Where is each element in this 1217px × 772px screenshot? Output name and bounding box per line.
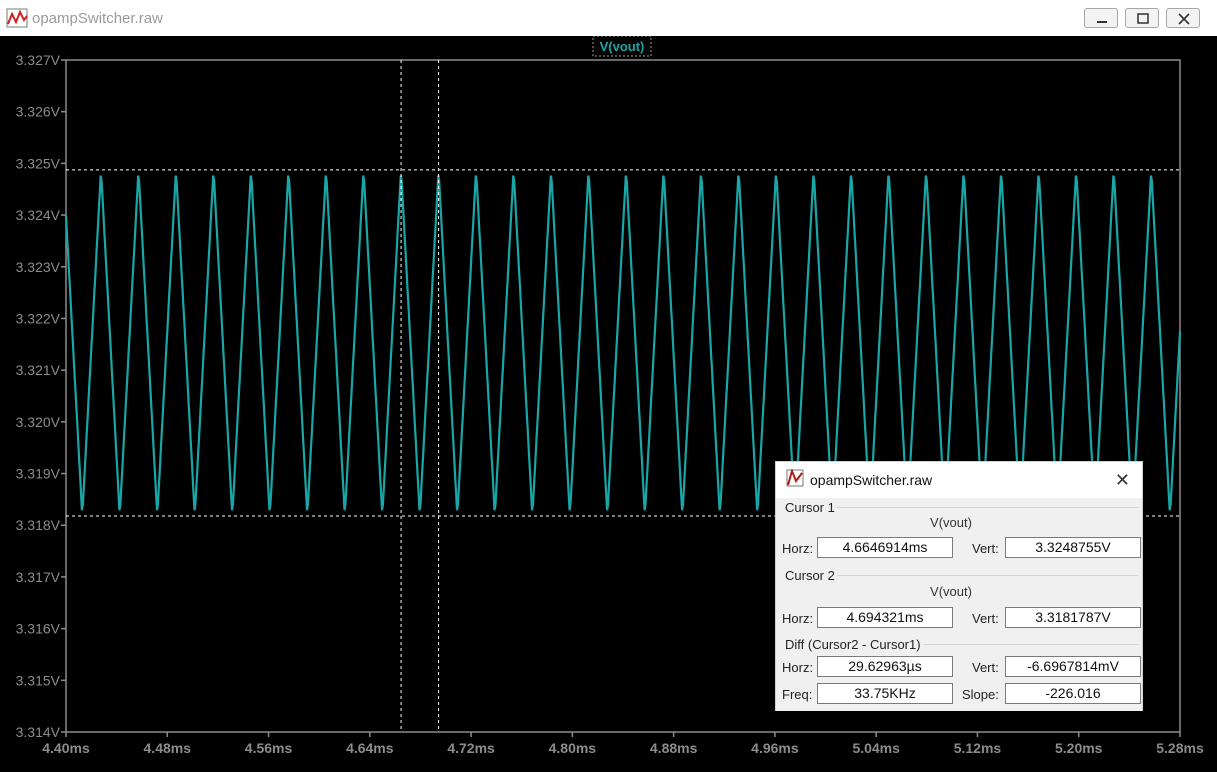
diff-group-label: Diff (Cursor2 - Cursor1) <box>785 637 923 652</box>
x-tick-label: 4.64ms <box>346 740 394 756</box>
x-tick-label: 5.20ms <box>1055 740 1103 756</box>
waveform-viewer-icon <box>6 8 28 28</box>
x-tick-label: 4.96ms <box>751 740 799 756</box>
diff-horz-label: Horz: <box>782 660 814 675</box>
cursor2-group-label: Cursor 2 <box>785 568 837 583</box>
restore-icon <box>1137 13 1149 24</box>
y-tick-label: 3.315V <box>16 672 61 688</box>
cursor1-group-label: Cursor 1 <box>785 500 837 515</box>
dialog-close-icon[interactable]: ✕ <box>1115 470 1130 491</box>
y-tick-label: 3.320V <box>16 414 61 430</box>
x-tick-label: 4.40ms <box>42 740 90 756</box>
cursor-readout-dialog[interactable]: opampSwitcher.raw ✕ Cursor 1 V(vout) Hor… <box>775 461 1143 711</box>
x-tick-label: 4.88ms <box>650 740 698 756</box>
dialog-title: opampSwitcher.raw <box>810 472 933 488</box>
x-tick-label: 5.28ms <box>1156 740 1204 756</box>
cursor1-horz-label: Horz: <box>782 541 814 556</box>
group-divider <box>834 507 1138 508</box>
dialog-body: Cursor 1 V(vout) Horz: 4.6646914ms Vert:… <box>776 498 1142 711</box>
cursor2-vert-label: Vert: <box>972 611 999 626</box>
diff-vert-label: Vert: <box>972 660 999 675</box>
y-tick-label: 3.322V <box>16 310 61 326</box>
minimize-icon <box>1097 21 1107 23</box>
cursor1-horz-field[interactable]: 4.6646914ms <box>817 537 953 558</box>
x-tick-label: 5.04ms <box>852 740 900 756</box>
diff-slope-label: Slope: <box>962 687 999 702</box>
close-button[interactable] <box>1166 8 1200 28</box>
cursor1-trace-label: V(vout) <box>930 515 972 530</box>
diff-vert-field[interactable]: -6.6967814mV <box>1005 656 1141 677</box>
diff-slope-field[interactable]: -226.016 <box>1005 683 1141 704</box>
cursor1-vert-label: Vert: <box>972 541 999 556</box>
cursor2-trace-label: V(vout) <box>930 584 972 599</box>
cursor2-horz-label: Horz: <box>782 611 814 626</box>
group-divider <box>924 644 1138 645</box>
close-icon <box>1178 13 1190 25</box>
cursor1-vert-field[interactable]: 3.3248755V <box>1005 537 1141 558</box>
y-tick-label: 3.324V <box>16 207 61 223</box>
x-tick-label: 4.48ms <box>144 740 192 756</box>
trace-label[interactable]: V(vout) <box>600 39 645 54</box>
diff-freq-field[interactable]: 33.75KHz <box>817 683 953 704</box>
ltspice-cursor-icon <box>786 469 804 487</box>
y-tick-label: 3.318V <box>16 517 61 533</box>
y-tick-label: 3.326V <box>16 104 61 120</box>
y-tick-label: 3.314V <box>16 724 61 740</box>
dialog-titlebar: opampSwitcher.raw ✕ <box>776 462 1142 498</box>
x-tick-label: 4.72ms <box>447 740 495 756</box>
window-titlebar: opampSwitcher.raw <box>0 0 1217 36</box>
x-tick-label: 5.12ms <box>954 740 1002 756</box>
y-tick-label: 3.316V <box>16 621 61 637</box>
y-tick-label: 3.327V <box>16 52 61 68</box>
cursor2-vert-field[interactable]: 3.3181787V <box>1005 607 1141 628</box>
diff-freq-label: Freq: <box>782 687 813 702</box>
maximize-button[interactable] <box>1125 8 1159 28</box>
y-tick-label: 3.325V <box>16 155 61 171</box>
x-tick-label: 4.56ms <box>245 740 293 756</box>
x-tick-label: 4.80ms <box>549 740 597 756</box>
y-tick-label: 3.321V <box>16 362 61 378</box>
cursor2-horz-field[interactable]: 4.694321ms <box>817 607 953 628</box>
group-divider <box>834 575 1138 576</box>
window-title: opampSwitcher.raw <box>32 10 163 27</box>
diff-horz-field[interactable]: 29.62963µs <box>817 656 953 677</box>
y-tick-label: 3.323V <box>16 259 61 275</box>
y-tick-label: 3.317V <box>16 569 61 585</box>
minimize-button[interactable] <box>1084 8 1118 28</box>
y-tick-label: 3.319V <box>16 466 61 482</box>
